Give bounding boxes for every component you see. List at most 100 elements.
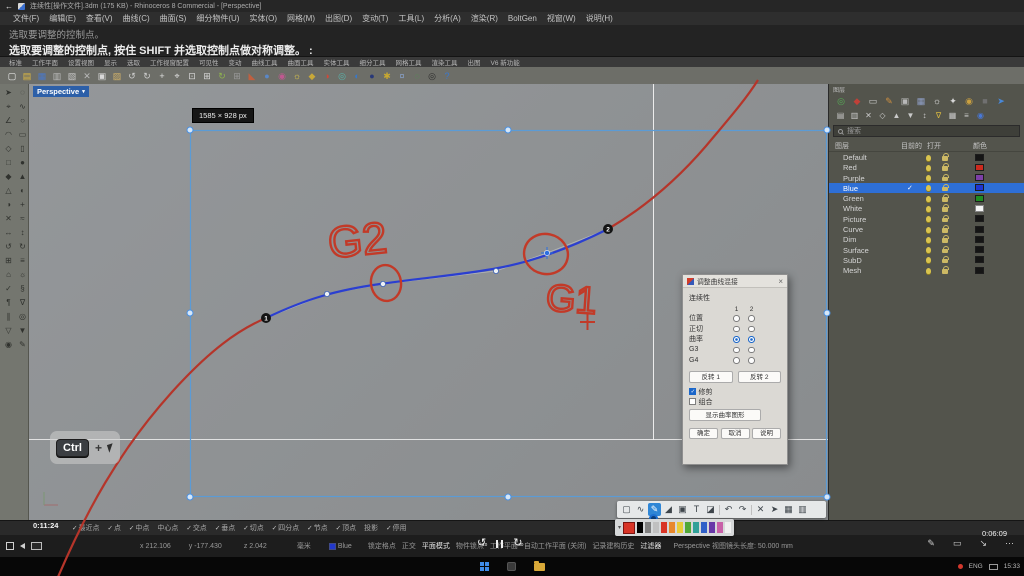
menu-item[interactable]: 变动(T) bbox=[357, 13, 393, 24]
freehand-icon[interactable]: ∿ bbox=[634, 503, 647, 516]
grid-icon[interactable]: ⊞ bbox=[231, 70, 243, 82]
osnap-toggle[interactable]: ✓四分点 bbox=[272, 523, 299, 533]
layer-lock-icon[interactable] bbox=[942, 197, 948, 202]
more-icon[interactable]: ⋯ bbox=[1005, 538, 1014, 549]
select-arrow-icon[interactable]: ➤ bbox=[2, 86, 15, 99]
render-icon[interactable]: ◉ bbox=[276, 70, 288, 82]
move-up-icon[interactable]: ▲ bbox=[891, 110, 902, 121]
layer-visibility-bulb-icon[interactable] bbox=[926, 185, 931, 191]
layers-icon[interactable]: ≡ bbox=[16, 254, 29, 267]
monitor-icon[interactable] bbox=[31, 542, 42, 550]
pip-icon[interactable]: ▭ bbox=[953, 538, 962, 549]
status-pane[interactable]: z 2.042 bbox=[244, 543, 267, 550]
back-arrow-icon[interactable]: ← bbox=[5, 2, 13, 11]
layer-row[interactable]: Red bbox=[829, 162, 1024, 172]
project-icon[interactable]: ▽ bbox=[2, 324, 15, 337]
palette-swatch[interactable] bbox=[669, 522, 675, 533]
capture-icon[interactable]: ▥ bbox=[796, 503, 809, 516]
redo-icon[interactable]: ↻ bbox=[141, 70, 153, 82]
help-button[interactable]: 说明 bbox=[752, 428, 781, 439]
layer-row[interactable]: Surface bbox=[829, 245, 1024, 255]
plane-icon[interactable]: ▯ bbox=[16, 142, 29, 155]
layer-visibility-bulb-icon[interactable] bbox=[926, 155, 931, 161]
menu-item[interactable]: 网格(M) bbox=[282, 13, 320, 24]
osnap-toggle[interactable]: ✓中点 bbox=[129, 523, 149, 533]
paste-icon[interactable]: ▨ bbox=[111, 70, 123, 82]
continuity-radio-2[interactable] bbox=[748, 336, 755, 343]
expand-icon[interactable]: ↕ bbox=[919, 110, 930, 121]
pan-icon[interactable]: + bbox=[156, 70, 168, 82]
layer-visibility-bulb-icon[interactable] bbox=[926, 196, 931, 202]
clipboard-icon[interactable]: ▣ bbox=[899, 95, 911, 107]
rectangle-icon[interactable]: ▭ bbox=[16, 128, 29, 141]
image-icon[interactable]: ▦ bbox=[915, 95, 927, 107]
check-icon[interactable]: ✓ bbox=[2, 282, 15, 295]
layer-row[interactable]: Purple bbox=[829, 173, 1024, 183]
layer-visibility-bulb-icon[interactable] bbox=[926, 268, 931, 274]
open-file-icon[interactable]: ▤ bbox=[21, 70, 33, 82]
filter-icon[interactable]: ∇ bbox=[16, 296, 29, 309]
osnap-toggle[interactable]: ✓停用 bbox=[386, 523, 406, 533]
palette-swatch[interactable] bbox=[677, 522, 683, 533]
drop-icon[interactable]: ▼ bbox=[16, 324, 29, 337]
layer-lock-icon[interactable] bbox=[942, 207, 948, 212]
command-prompt-line[interactable]: 选取要调整的控制点, 按住 SHIFT 并选取控制点做对称调整。 : bbox=[0, 40, 1024, 57]
layer-color-swatch[interactable] bbox=[975, 236, 984, 243]
palette-swatch[interactable] bbox=[685, 522, 691, 533]
osnap-toggle[interactable]: ✓点 bbox=[107, 523, 120, 533]
continuity-radio-1[interactable] bbox=[733, 326, 740, 333]
osnap-toggle[interactable]: ✓顶点 bbox=[336, 523, 356, 533]
gear-icon[interactable]: ✱ bbox=[381, 70, 393, 82]
palette-swatch[interactable] bbox=[693, 522, 699, 533]
osnap-toggle[interactable]: ✓垂点 bbox=[215, 523, 235, 533]
menu-item[interactable]: 视窗(W) bbox=[542, 13, 581, 24]
orient-icon[interactable]: ◎ bbox=[16, 310, 29, 323]
status-pane[interactable]: 过滤器 bbox=[640, 541, 661, 551]
save-icon[interactable]: ▦ bbox=[782, 503, 795, 516]
dark-app-icon[interactable] bbox=[507, 562, 516, 571]
pointer-icon[interactable]: ➤ bbox=[768, 503, 781, 516]
toolbar-tab[interactable]: 变动 bbox=[225, 57, 246, 67]
print-icon[interactable]: ▥ bbox=[51, 70, 63, 82]
palette-swatch[interactable] bbox=[637, 522, 643, 533]
rotate-icon[interactable]: ↺ bbox=[2, 240, 15, 253]
clear-icon[interactable]: ✕ bbox=[754, 503, 767, 516]
toolbar-tab[interactable]: 设置视图 bbox=[64, 57, 98, 67]
toolbar-tab[interactable]: 细分工具 bbox=[356, 57, 390, 67]
polygon-icon[interactable]: ◇ bbox=[2, 142, 15, 155]
continuity-radio-1[interactable] bbox=[733, 357, 740, 364]
layer-row[interactable]: Curve bbox=[829, 224, 1024, 234]
status-pane[interactable]: 毫米 bbox=[297, 541, 311, 551]
status-pane[interactable]: 锁定格点 bbox=[368, 541, 396, 551]
status-pane[interactable]: 平面模式 bbox=[422, 541, 450, 551]
arc-icon[interactable]: ◠ bbox=[2, 128, 15, 141]
flip-2-button[interactable]: 反转 2 bbox=[738, 371, 782, 383]
highlighter-icon[interactable]: ◢ bbox=[662, 503, 675, 516]
osnap-toggle[interactable]: ✓最近点 bbox=[72, 523, 99, 533]
new-file-icon[interactable]: ▢ bbox=[6, 70, 18, 82]
shrink-icon[interactable]: ↘ bbox=[979, 538, 987, 549]
help-icon[interactable]: ◉ bbox=[975, 110, 986, 121]
osnap-toggle[interactable]: ✓交点 bbox=[186, 523, 206, 533]
box-icon[interactable]: ■ bbox=[979, 95, 991, 107]
rebuild-icon[interactable]: ≈ bbox=[16, 212, 29, 225]
layer-color-swatch[interactable] bbox=[975, 226, 984, 233]
rotate-view-icon[interactable]: ↻ bbox=[216, 70, 228, 82]
array-icon[interactable]: ⊞ bbox=[2, 254, 15, 267]
status-pane[interactable]: 自动工作平面 (关闭) bbox=[524, 541, 587, 551]
layer-visibility-bulb-icon[interactable] bbox=[926, 247, 931, 253]
layer-lock-icon[interactable] bbox=[942, 218, 948, 223]
region-select-icon[interactable]: ▢ bbox=[620, 503, 633, 516]
continuity-radio-1[interactable] bbox=[733, 315, 740, 322]
layer-row[interactable]: Picture bbox=[829, 214, 1024, 224]
cancel-button[interactable]: 取消 bbox=[721, 428, 750, 439]
layer-row[interactable]: Default bbox=[829, 152, 1024, 162]
new-sublayer-icon[interactable]: ▥ bbox=[849, 110, 860, 121]
toolbar-tab[interactable]: V6 新功能 bbox=[487, 57, 524, 67]
layer-color-swatch[interactable] bbox=[975, 256, 984, 263]
circle-icon[interactable]: ○ bbox=[16, 114, 29, 127]
layer-color-swatch[interactable] bbox=[975, 184, 984, 191]
layer-color-swatch[interactable] bbox=[975, 215, 984, 222]
delete-layer-icon[interactable]: ✕ bbox=[863, 110, 874, 121]
palette-swatch[interactable] bbox=[725, 522, 731, 533]
